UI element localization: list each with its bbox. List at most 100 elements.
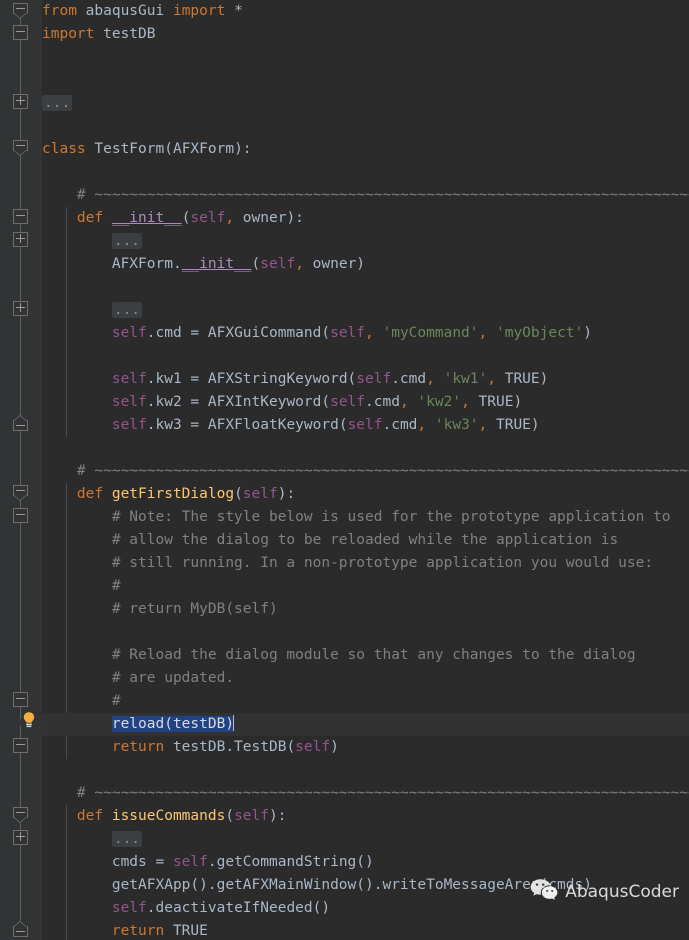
code-line-32[interactable]: reload(testDB): [42, 713, 689, 736]
code-token: .getCommandString(): [207, 854, 374, 870]
fold-minus: [16, 145, 25, 146]
code-line-3[interactable]: [42, 46, 689, 69]
code-token: .cmd: [365, 394, 400, 410]
fold-collapse-import-testdb[interactable]: [13, 25, 28, 40]
code-line-8[interactable]: [42, 161, 689, 184]
fold-expand-line5[interactable]: [13, 94, 28, 109]
fold-minus: [16, 514, 25, 515]
code-token: ,: [461, 394, 470, 410]
fold-region-imports[interactable]: [13, 3, 28, 19]
fold-placeholder: ...: [111, 302, 143, 318]
code-line-29[interactable]: # Reload the dialog module so that any c…: [42, 644, 689, 667]
code-line-1[interactable]: from abaqusGui import *: [42, 0, 689, 23]
fold-plus-vertical: [20, 234, 21, 243]
code-token: (: [234, 486, 243, 502]
code-token: (: [225, 808, 235, 824]
code-token: 'kw2': [417, 394, 462, 410]
code-line-28[interactable]: [42, 621, 689, 644]
fold-plus-vertical: [20, 303, 21, 312]
code-content-area[interactable]: from abaqusGui import * import testDB... c…: [42, 0, 689, 940]
code-line-25[interactable]: # still running. In a non-prototype appl…: [42, 552, 689, 575]
code-token: # are updated.: [42, 670, 235, 686]
fold-box: [13, 738, 28, 753]
code-token: self: [111, 394, 147, 410]
code-line-35[interactable]: # ~~~~~~~~~~~~~~~~~~~~~~~~~~~~~~~~~~~~~~…: [42, 782, 689, 805]
fold-region-def-issuecommands[interactable]: [13, 807, 28, 823]
code-line-4[interactable]: [42, 69, 689, 92]
code-line-21[interactable]: # ~~~~~~~~~~~~~~~~~~~~~~~~~~~~~~~~~~~~~~…: [42, 460, 689, 483]
fold-regionend-init[interactable]: [13, 415, 28, 431]
fold-placeholder: ...: [111, 831, 143, 847]
code-line-26[interactable]: #: [42, 575, 689, 598]
fold-tip-inner: [14, 416, 26, 421]
code-line-30[interactable]: # are updated.: [42, 667, 689, 690]
code-token: def: [76, 486, 112, 502]
code-line-16[interactable]: [42, 345, 689, 368]
code-line-7[interactable]: class TestForm(AFXForm):: [42, 138, 689, 161]
code-line-11[interactable]: ...: [42, 230, 689, 253]
code-line-34[interactable]: [42, 759, 689, 782]
fold-collapse-line31[interactable]: [13, 692, 28, 707]
code-line-22[interactable]: def getFirstDialog(self):: [42, 483, 689, 506]
code-token: .cmd = AFXGuiCommand(: [146, 325, 331, 341]
code-line-12[interactable]: AFXForm.__init__(self, owner): [42, 253, 689, 276]
code-line-17[interactable]: self.kw1 = AFXStringKeyword(self.cmd, 'k…: [42, 368, 689, 391]
intention-bulb-icon[interactable]: [21, 711, 37, 729]
fold-region-class-testform[interactable]: [13, 140, 28, 156]
code-line-6[interactable]: [42, 115, 689, 138]
code-line-20[interactable]: [42, 437, 689, 460]
code-line-41[interactable]: return TRUE: [42, 920, 689, 940]
code-line-2[interactable]: import testDB: [42, 23, 689, 46]
code-line-18[interactable]: self.kw2 = AFXIntKeyword(self.cmd, 'kw2'…: [42, 391, 689, 414]
code-token: ,: [417, 417, 427, 433]
fold-minus: [16, 490, 25, 491]
code-line-9[interactable]: # ~~~~~~~~~~~~~~~~~~~~~~~~~~~~~~~~~~~~~~…: [42, 184, 689, 207]
fold-expand-line37[interactable]: [13, 830, 28, 845]
code-line-24[interactable]: # allow the dialog to be reloaded while …: [42, 529, 689, 552]
code-line-36[interactable]: def issueCommands(self):: [42, 805, 689, 828]
fold-minus: [16, 744, 25, 745]
code-line-40[interactable]: self.deactivateIfNeeded(): [42, 897, 689, 920]
code-token: ,: [225, 210, 235, 226]
fold-tip-inner: [14, 13, 26, 18]
code-line-37[interactable]: ...: [42, 828, 689, 851]
fold-collapse-comment-block[interactable]: [13, 508, 28, 523]
code-line-39[interactable]: getAFXApp().getAFXMainWindow().writeToMe…: [42, 874, 689, 897]
code-token: 'kw1': [443, 371, 488, 387]
fold-collapse-def-init[interactable]: [13, 209, 28, 224]
code-token: self: [172, 854, 208, 870]
code-token: __init__: [181, 256, 252, 272]
code-token: return: [111, 739, 173, 755]
code-token: self: [111, 325, 147, 341]
code-token: testDB: [103, 26, 156, 42]
code-line-15[interactable]: self.cmd = AFXGuiCommand(self, 'myComman…: [42, 322, 689, 345]
code-line-31[interactable]: #: [42, 690, 689, 713]
code-token: from: [42, 3, 86, 19]
code-token: abaqusGui: [85, 3, 173, 19]
code-token: #: [42, 693, 121, 709]
code-line-33[interactable]: return testDB.TestDB(self): [42, 736, 689, 759]
fold-expand-line11[interactable]: [13, 232, 28, 247]
code-token: __init__: [111, 210, 182, 226]
code-line-38[interactable]: cmds = self.getCommandString(): [42, 851, 689, 874]
selected-text: reload(testDB): [111, 716, 235, 732]
code-token: .kw2 = AFXIntKeyword(: [146, 394, 331, 410]
fold-minus: [16, 425, 25, 426]
code-line-19[interactable]: self.kw3 = AFXFloatKeyword(self.cmd, 'kw…: [42, 414, 689, 437]
code-line-27[interactable]: # return MyDB(self): [42, 598, 689, 621]
code-line-5[interactable]: ...: [42, 92, 689, 115]
code-line-13[interactable]: [42, 276, 689, 299]
editor-gutter[interactable]: [0, 0, 42, 940]
code-token: 'myCommand': [382, 325, 479, 341]
code-token: owner): [303, 256, 366, 272]
code-editor[interactable]: from abaqusGui import * import testDB... c…: [0, 0, 689, 940]
code-line-14[interactable]: ...: [42, 299, 689, 322]
fold-region-def-getfirstdialog[interactable]: [13, 485, 28, 501]
fold-regionend-issuecommands[interactable]: [13, 921, 28, 937]
fold-collapse-return[interactable]: [13, 738, 28, 753]
fold-expand-line14[interactable]: [13, 301, 28, 316]
code-line-10[interactable]: def __init__(self, owner):: [42, 207, 689, 230]
code-line-23[interactable]: # Note: The style below is used for the …: [42, 506, 689, 529]
